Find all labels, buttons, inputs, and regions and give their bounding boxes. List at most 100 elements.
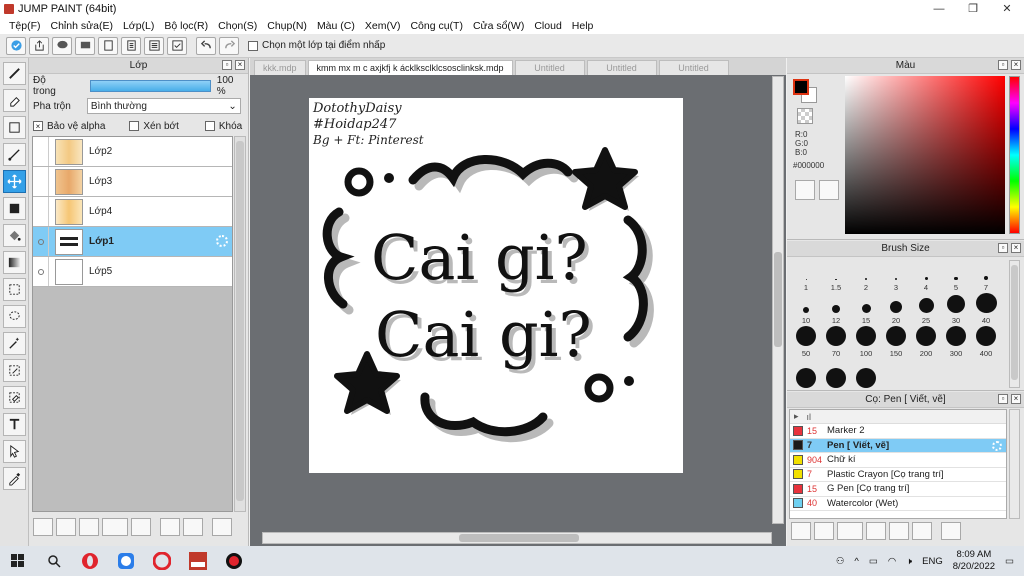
brush-size-option[interactable]: 1.5: [821, 260, 851, 293]
zalo-icon[interactable]: [108, 546, 144, 576]
new-layer-button[interactable]: [33, 518, 53, 536]
trash-icon[interactable]: [212, 518, 232, 536]
new-1bit-layer-button[interactable]: [79, 518, 99, 536]
tool-select-eraser[interactable]: [3, 386, 26, 409]
brush-list-scrollbar[interactable]: [1009, 409, 1020, 519]
layer-item[interactable]: Lớp2: [33, 137, 232, 167]
brush-size-option[interactable]: 300: [941, 326, 971, 359]
select-layer-checkbox[interactable]: [248, 40, 258, 51]
merge-down-button[interactable]: [183, 518, 203, 536]
layer-list-scrollbar[interactable]: [234, 136, 246, 512]
battery-icon[interactable]: ▭: [869, 556, 878, 567]
tab-document[interactable]: kkk.mdp: [254, 60, 306, 75]
tab-document-active[interactable]: kmm mx m c axjkfj k ácklksclklcsosclinks…: [307, 60, 513, 75]
folder-icon[interactable]: [889, 522, 909, 540]
duplicate-brush-button[interactable]: [912, 522, 932, 540]
blend-mode-select[interactable]: Bình thường ⌄: [86, 98, 241, 114]
opera-icon[interactable]: [72, 546, 108, 576]
tool-lasso[interactable]: [3, 305, 26, 328]
color-spectrum[interactable]: [845, 76, 1005, 234]
minimize-button[interactable]: —: [922, 0, 956, 17]
tool-move[interactable]: [3, 170, 26, 193]
brush-size-option[interactable]: 10: [791, 293, 821, 326]
brush-size-option[interactable]: 1: [791, 260, 821, 293]
menu-cloud[interactable]: Cloud: [529, 20, 566, 32]
brush-size-option[interactable]: [791, 359, 821, 392]
layer-visibility-toggle[interactable]: [33, 227, 49, 256]
volume-icon[interactable]: 🕨: [906, 556, 912, 567]
canvas-vertical-scrollbar[interactable]: [772, 76, 784, 524]
tool-gradient[interactable]: [3, 251, 26, 274]
menu-filter[interactable]: Bộ lọc(R): [159, 20, 213, 32]
opera-gx-icon[interactable]: [144, 546, 180, 576]
palette-settings-icon[interactable]: [819, 180, 839, 200]
menu-edit[interactable]: Chỉnh sửa(E): [46, 20, 118, 32]
windows-start-icon[interactable]: [0, 546, 36, 576]
trash-icon[interactable]: [941, 522, 961, 540]
float-panel-icon[interactable]: ▫: [998, 243, 1008, 253]
lock-checkbox[interactable]: [204, 121, 215, 131]
close-panel-icon[interactable]: ×: [1011, 60, 1021, 70]
document-button[interactable]: [121, 36, 141, 55]
new-8bit-layer-button[interactable]: [56, 518, 76, 536]
float-panel-icon[interactable]: ▫: [998, 394, 1008, 404]
brush-size-option[interactable]: [821, 359, 851, 392]
menu-window[interactable]: Cửa sổ(W): [468, 20, 529, 32]
brush-size-option[interactable]: 4: [911, 260, 941, 293]
page-button[interactable]: [98, 36, 118, 55]
tool-magic-wand[interactable]: [3, 332, 26, 355]
canvas-paper[interactable]: DotothyDaisy #Hoidap247 Bg + Ft: Pintere…: [309, 98, 683, 473]
close-panel-icon[interactable]: ×: [235, 60, 245, 70]
gear-icon[interactable]: [216, 235, 228, 247]
brush-menu-button[interactable]: [837, 522, 863, 540]
tab-document[interactable]: Untitled: [514, 60, 585, 75]
maximize-button[interactable]: ❐: [956, 0, 990, 17]
layer-visibility-toggle[interactable]: [33, 257, 49, 286]
menu-view[interactable]: Xem(V): [360, 20, 406, 32]
tool-brush[interactable]: [3, 62, 26, 85]
clock[interactable]: 8:09 AM 8/20/2022: [953, 549, 995, 573]
tool-select-pen[interactable]: [3, 359, 26, 382]
transparent-color-swatch[interactable]: [797, 108, 813, 124]
brush-size-option[interactable]: 30: [941, 293, 971, 326]
tool-rectangle[interactable]: [3, 116, 26, 139]
brush-size-option[interactable]: 50: [791, 326, 821, 359]
tool-line[interactable]: [3, 143, 26, 166]
people-icon[interactable]: ⚇: [836, 556, 845, 567]
close-panel-icon[interactable]: ×: [1011, 243, 1021, 253]
search-icon[interactable]: [36, 546, 72, 576]
clip-checkbox[interactable]: [129, 121, 140, 131]
brush-size-option[interactable]: 150: [881, 326, 911, 359]
layer-visibility-toggle[interactable]: [33, 197, 49, 226]
brush-size-option[interactable]: 20: [881, 293, 911, 326]
new-brush-button[interactable]: [814, 522, 834, 540]
canvas-horizontal-scrollbar[interactable]: [262, 532, 772, 544]
layer-item[interactable]: Lớp5: [33, 257, 232, 287]
cloud-check-button[interactable]: [6, 36, 26, 55]
menu-tools[interactable]: Công cụ(T): [405, 20, 468, 32]
share-button[interactable]: [29, 36, 49, 55]
brush-size-option[interactable]: 100: [851, 326, 881, 359]
tool-operation[interactable]: [3, 440, 26, 463]
brush-copy-button[interactable]: [866, 522, 886, 540]
menu-capture[interactable]: Chụp(N): [262, 20, 312, 32]
layer-item[interactable]: Lớp3: [33, 167, 232, 197]
brush-item[interactable]: 40 Watercolor (Wet): [790, 497, 1006, 511]
menu-layer[interactable]: Lớp(L): [118, 20, 159, 32]
layer-visibility-toggle[interactable]: [33, 137, 49, 166]
palette-icon[interactable]: [795, 180, 815, 200]
brush-size-option[interactable]: 5: [941, 260, 971, 293]
opacity-slider[interactable]: [89, 80, 211, 92]
layer-visibility-toggle[interactable]: [33, 167, 49, 196]
brush-size-option[interactable]: 2: [851, 260, 881, 293]
folder-icon[interactable]: [131, 518, 151, 536]
menu-select[interactable]: Chọn(S): [213, 20, 262, 32]
gear-icon[interactable]: [992, 440, 1002, 451]
brush-item[interactable]: 7 Plastic Crayon [Cọ trang trí]: [790, 468, 1006, 482]
hue-slider[interactable]: [1009, 76, 1020, 234]
message-button[interactable]: [75, 36, 95, 55]
brush-size-option[interactable]: 25: [911, 293, 941, 326]
foreground-color-swatch[interactable]: [793, 79, 809, 95]
protect-alpha-checkbox[interactable]: ×: [33, 121, 43, 131]
close-button[interactable]: ✕: [990, 0, 1024, 17]
